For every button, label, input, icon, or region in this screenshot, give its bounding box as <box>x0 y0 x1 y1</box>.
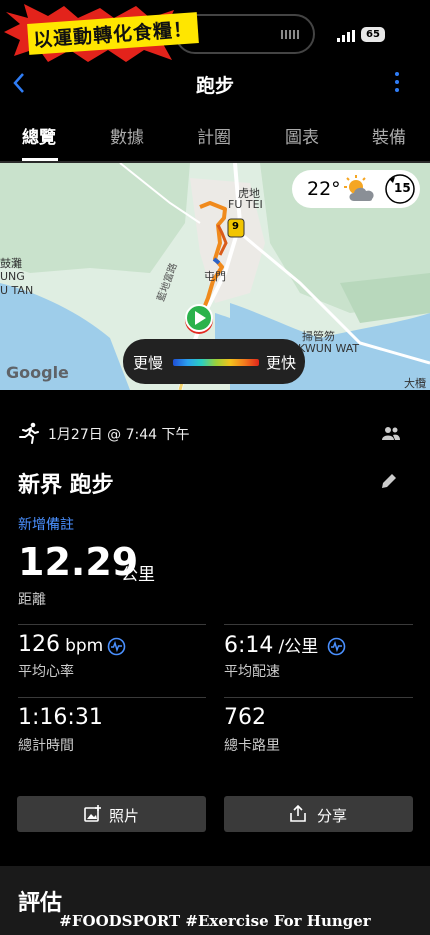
map-label-corner: 大欖 <box>404 377 426 390</box>
legend-fast-label: 更快 <box>266 354 297 372</box>
total-time-label: 總計時間 <box>18 738 74 754</box>
activity-title: 新界 跑步 <box>18 473 114 498</box>
avg-pace-unit: /公里 <box>278 637 319 657</box>
tab-gear[interactable]: 裝備 <box>372 123 406 148</box>
battery-indicator: 65 <box>361 27 385 42</box>
distance-label: 距離 <box>18 592 46 608</box>
stat-divider <box>224 697 413 698</box>
tab-laps[interactable]: 計圈 <box>197 123 231 148</box>
activity-meta: 1月27日 @ 7:44 下午 <box>18 422 418 448</box>
pace-legend: 更慢 更快 <box>123 339 305 384</box>
weather-badge: 22° 15 <box>292 170 420 208</box>
tab-overview[interactable]: 總覽 <box>22 123 56 148</box>
avg-heart-rate-unit: bpm <box>65 636 104 656</box>
avg-pace-label: 平均配速 <box>224 664 280 680</box>
signal-icon <box>337 30 355 42</box>
partly-cloudy-icon <box>344 175 374 201</box>
pace-gradient-bar <box>173 359 259 366</box>
vertical-dots-icon <box>394 72 400 92</box>
google-logo: Google <box>6 363 69 382</box>
legend-slow-label: 更慢 <box>133 354 164 372</box>
photos-button[interactable]: 照片 <box>17 796 206 832</box>
weather-temperature: 22° <box>307 178 341 200</box>
map-label-so-kwun-wat-en: KWUN WAT <box>298 342 360 355</box>
heart-rate-icon <box>107 637 126 656</box>
share-button[interactable]: 分享 <box>224 796 413 832</box>
avg-heart-rate-label: 平均心率 <box>18 664 74 680</box>
add-photo-icon <box>84 805 101 822</box>
tab-charts[interactable]: 圖表 <box>285 123 319 148</box>
total-calories-label: 總卡路里 <box>224 738 280 754</box>
map-route-number: 9 <box>232 221 239 232</box>
page-title: 跑步 <box>195 75 234 97</box>
stat-divider <box>18 624 206 625</box>
avg-pace-stat: 6:14 /公里 <box>224 632 318 658</box>
share-button-label: 分享 <box>317 807 348 825</box>
nav-header: 跑步 <box>0 60 430 110</box>
audio-wave-icon <box>281 30 299 39</box>
distance-unit: 公里 <box>121 565 155 585</box>
pace-chart-icon <box>327 637 346 656</box>
watermark-caption: #FOODSPORT #Exercise For Hunger <box>59 912 371 930</box>
avg-heart-rate-stat: 126 bpm <box>18 632 103 657</box>
stat-divider <box>224 624 413 625</box>
tab-data[interactable]: 數據 <box>110 123 144 148</box>
map-label-left-en2: U TAN <box>0 284 34 297</box>
avg-pace-value: 6:14 <box>224 633 274 658</box>
map-label-left-en1: UNG <box>0 270 25 283</box>
share-icon <box>290 805 306 822</box>
total-time-value: 1:16:31 <box>18 705 103 730</box>
map-label-tuen-mun: 屯門 <box>204 270 226 283</box>
avg-heart-rate-value: 126 <box>18 632 60 657</box>
add-note-link[interactable]: 新增備註 <box>18 514 74 534</box>
tab-bar: 總覽 數據 計圈 圖表 裝備 <box>0 115 430 161</box>
more-options-button[interactable] <box>394 72 400 96</box>
map-label-left-cn: 鼓灘 <box>0 257 22 270</box>
running-icon <box>19 422 39 444</box>
stat-divider <box>18 697 206 698</box>
map-label-fu-tei-en: FU TEI <box>228 198 263 211</box>
wind-speed: 15 <box>394 181 411 195</box>
edit-pencil-icon[interactable] <box>380 472 398 490</box>
activity-date: 1月27日 @ 7:44 下午 <box>48 427 190 443</box>
people-icon[interactable] <box>382 426 400 440</box>
photos-button-label: 照片 <box>109 807 140 825</box>
total-calories-value: 762 <box>224 705 266 730</box>
